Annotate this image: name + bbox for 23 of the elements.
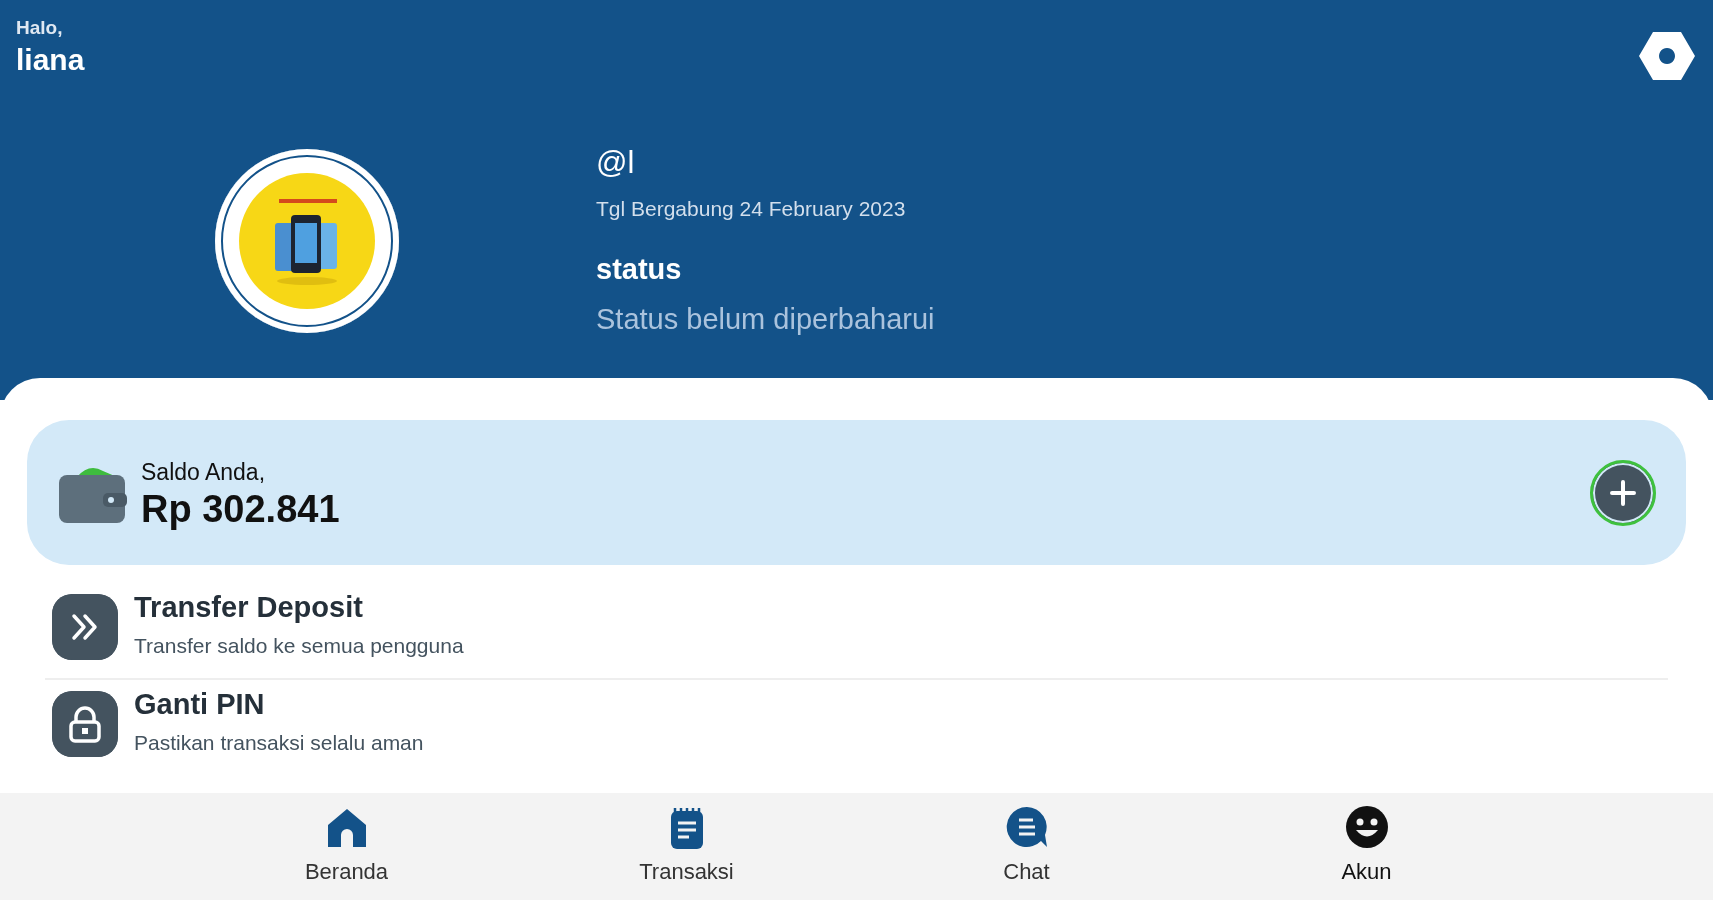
status-label: status [596,252,683,287]
lock-icon [52,691,118,757]
nav-tab[interactable]: Chat [856,793,1197,900]
settings-icon[interactable] [1639,30,1695,82]
user-handle: @l [596,144,636,182]
balance-label: Saldo Anda, [141,458,267,488]
nav-tab[interactable]: Transaksi [516,793,857,900]
menu-subtitle: Transfer saldo ke semua pengguna [134,632,464,659]
greeting-text: Halo, [16,16,64,40]
menu-title: Ganti PIN [134,689,266,722]
join-date: Tgl Bergabung 24 February 2023 [596,195,907,222]
status-text: Status belum diperbaharui [596,301,935,337]
plus-icon [1608,477,1638,508]
balance-amount: Rp 302.841 [141,489,341,530]
menu-subtitle: Pastikan transaksi selalu aman [134,730,424,757]
menu-title: Transfer Deposit [134,591,364,624]
nav-tab[interactable]: Beranda [176,793,517,900]
smiley-icon [1344,805,1389,851]
menu-item[interactable]: Transfer Deposit Transfer saldo ke semua pengguna [45,575,1668,680]
double-chevron-icon [52,593,118,660]
user-name: liana [16,42,85,76]
menu-item[interactable]: Ganti PIN Pastikan transaksi selalu aman [45,680,1668,768]
nav-tab[interactable]: Akun [1196,793,1537,900]
